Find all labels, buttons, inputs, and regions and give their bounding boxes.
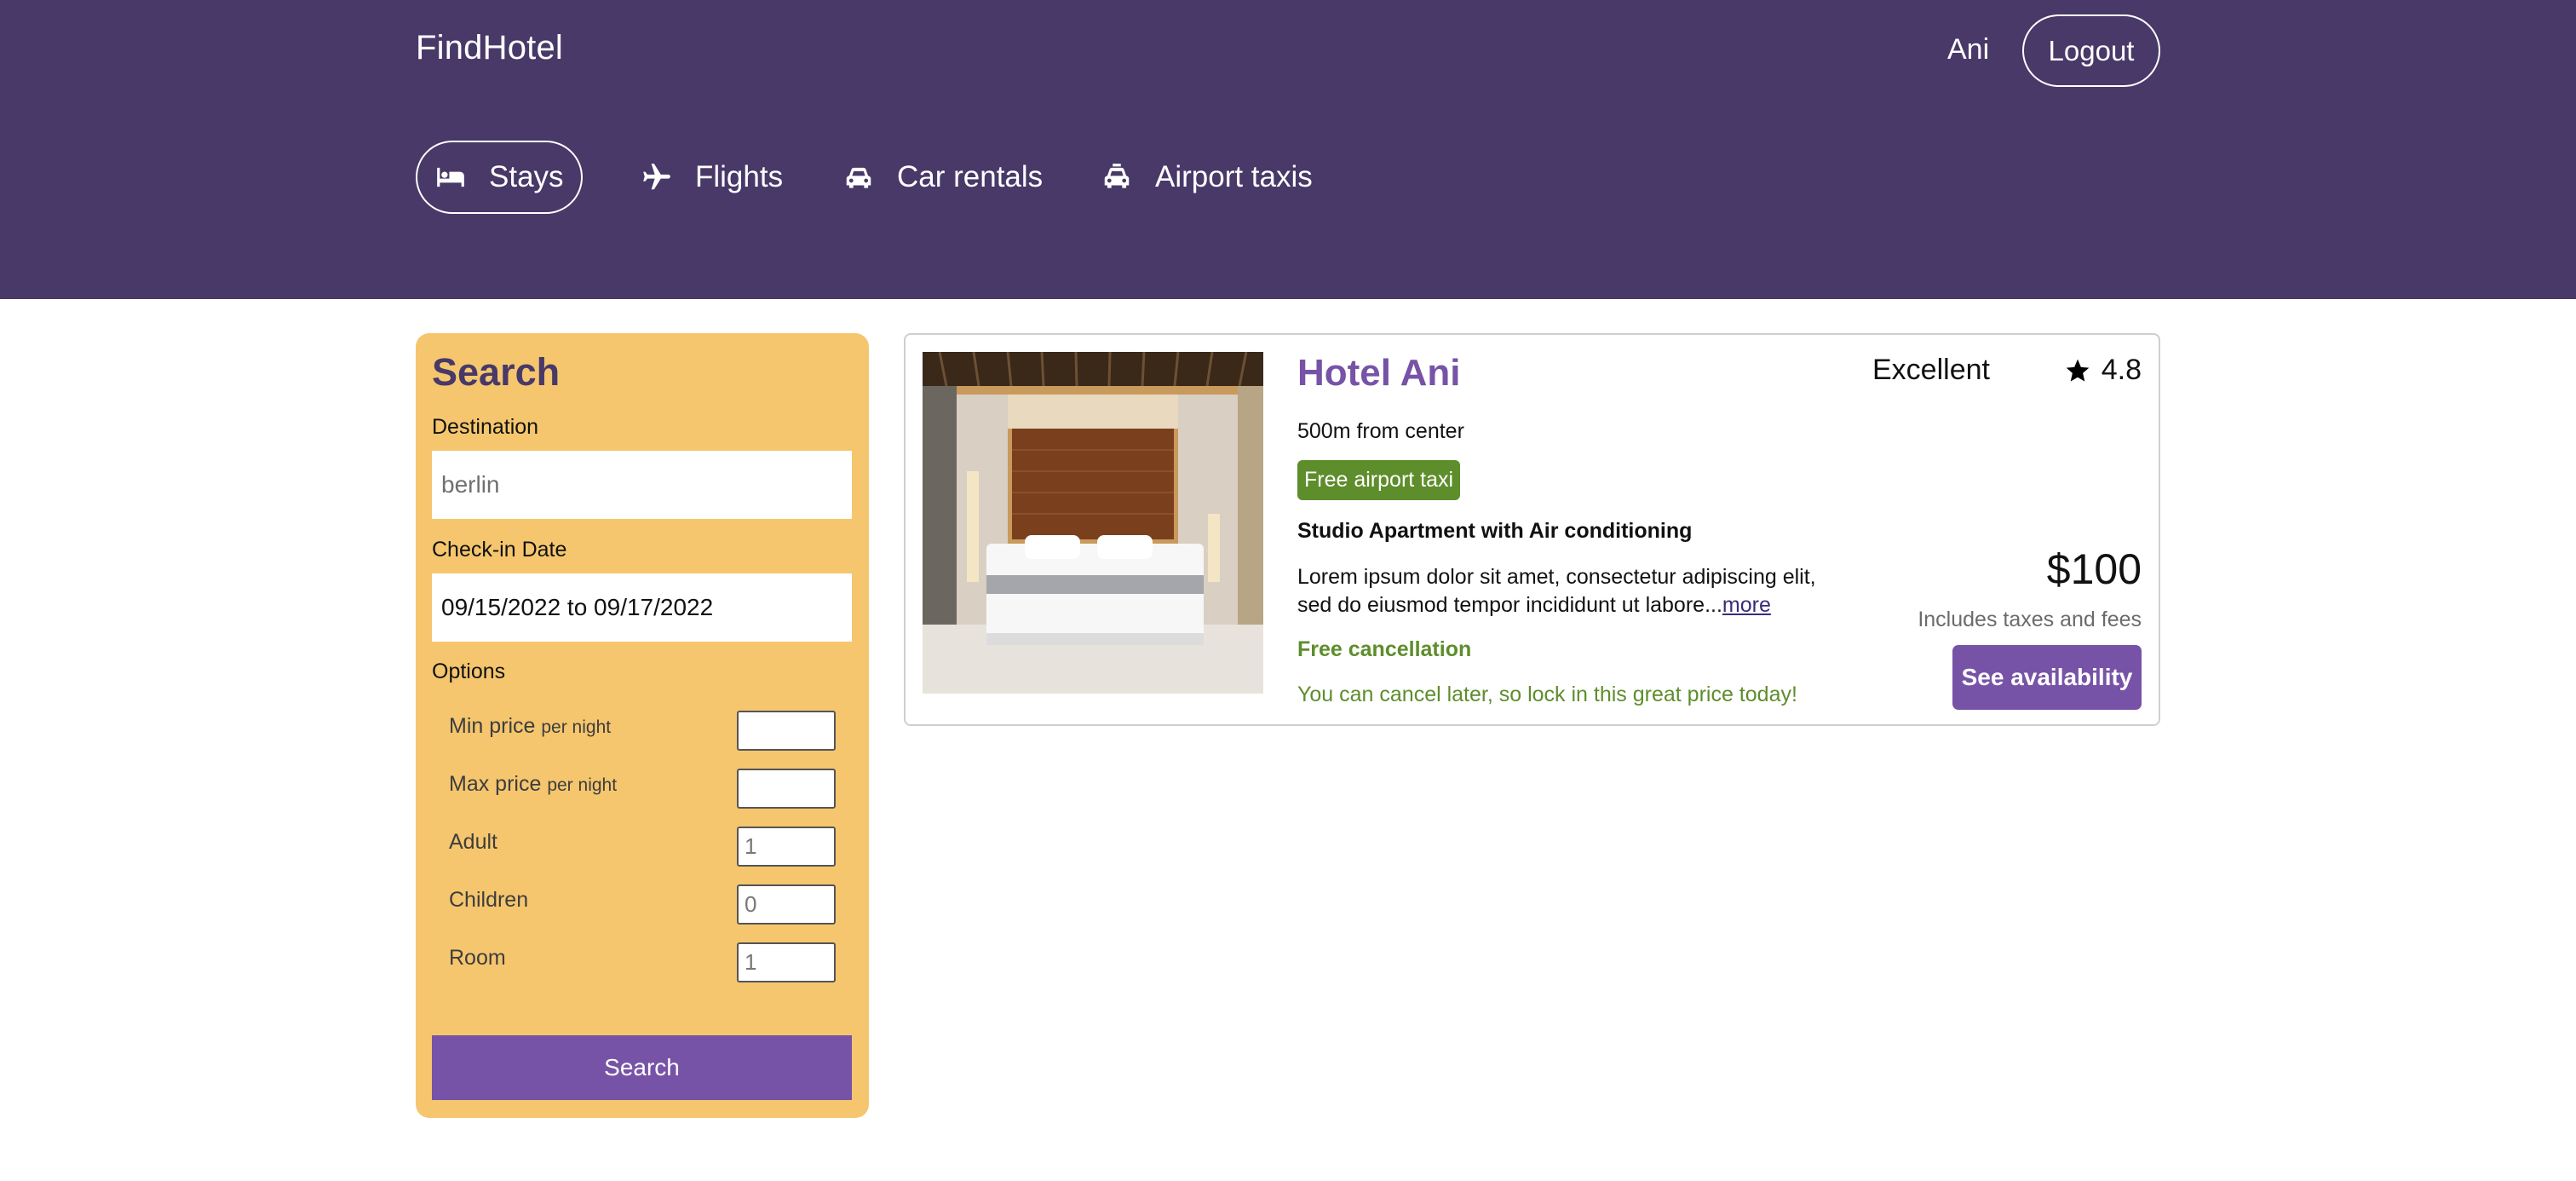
option-room: Room 1	[449, 942, 836, 985]
taxi-badge: Free airport taxi	[1297, 460, 1461, 500]
hotel-description: Lorem ipsum dolor sit amet, consectetur …	[1297, 563, 1843, 619]
destination-input[interactable]: berlin	[432, 451, 852, 519]
car-icon	[842, 161, 875, 193]
nav-airport-taxis-label: Airport taxis	[1155, 160, 1313, 193]
min-price-input[interactable]	[737, 711, 836, 751]
adult-input[interactable]: 1	[737, 827, 836, 867]
destination-label: Destination	[432, 415, 539, 439]
option-max-price: Max price per night	[449, 769, 836, 811]
max-price-input[interactable]	[737, 769, 836, 809]
more-link[interactable]: more	[1722, 593, 1771, 617]
search-panel: Search Destination berlin Check-in Date …	[416, 333, 869, 1118]
taxi-icon	[1101, 161, 1133, 193]
option-min-price: Min price per night	[449, 711, 836, 753]
rating-value: 4.8	[2101, 354, 2142, 386]
nav-flights-label: Flights	[695, 160, 784, 193]
option-label: Min price	[449, 714, 536, 738]
option-label: Room	[449, 946, 506, 970]
rating-score: 4.8	[2064, 354, 2142, 387]
free-cancellation: Free cancellation	[1297, 637, 1472, 661]
cancellation-note: You can cancel later, so lock in this gr…	[1297, 683, 1797, 706]
nav-car-rentals-label: Car rentals	[897, 160, 1044, 193]
star-icon	[2066, 359, 2090, 382]
nav-stays-label: Stays	[489, 160, 564, 193]
logout-button[interactable]: Logout	[2022, 14, 2160, 87]
price: $100	[2046, 545, 2142, 593]
search-button[interactable]: Search	[432, 1035, 852, 1100]
user-name: Ani	[1947, 33, 1990, 66]
option-adult: Adult 1	[449, 827, 836, 869]
option-label: Children	[449, 888, 529, 912]
option-sublabel: per night	[541, 717, 612, 737]
plane-icon	[641, 161, 673, 193]
hotel-result-card: Hotel Ani 500m from center Free airport …	[904, 333, 2160, 726]
nav-car-rentals[interactable]: Car rentals	[842, 141, 1043, 214]
rating-text: Excellent	[1872, 354, 1990, 386]
nav-flights[interactable]: Flights	[641, 141, 783, 214]
top-header: FindHotel Ani Logout Stays Flights Car r…	[0, 0, 2576, 299]
checkin-label: Check-in Date	[432, 538, 567, 562]
nav-airport-taxis[interactable]: Airport taxis	[1101, 141, 1313, 214]
hotel-photo[interactable]	[923, 352, 1263, 694]
option-label: Max price	[449, 772, 542, 796]
hotel-name[interactable]: Hotel Ani	[1297, 352, 1460, 395]
checkin-date-input[interactable]: 09/15/2022 to 09/17/2022	[432, 573, 852, 642]
search-title: Search	[432, 350, 561, 394]
option-label: Adult	[449, 830, 497, 854]
options-label: Options	[432, 660, 506, 683]
bed-icon	[434, 161, 467, 193]
tax-note: Includes taxes and fees	[1918, 608, 2142, 631]
see-availability-button[interactable]: See availability	[1952, 645, 2142, 710]
option-sublabel: per night	[547, 775, 618, 795]
room-type: Studio Apartment with Air conditioning	[1297, 519, 1693, 543]
nav-stays[interactable]: Stays	[416, 141, 583, 214]
brand-logo[interactable]: FindHotel	[416, 29, 563, 67]
children-input[interactable]: 0	[737, 884, 836, 925]
room-input[interactable]: 1	[737, 942, 836, 982]
distance-text: 500m from center	[1297, 419, 1464, 443]
option-children: Children 0	[449, 884, 836, 927]
